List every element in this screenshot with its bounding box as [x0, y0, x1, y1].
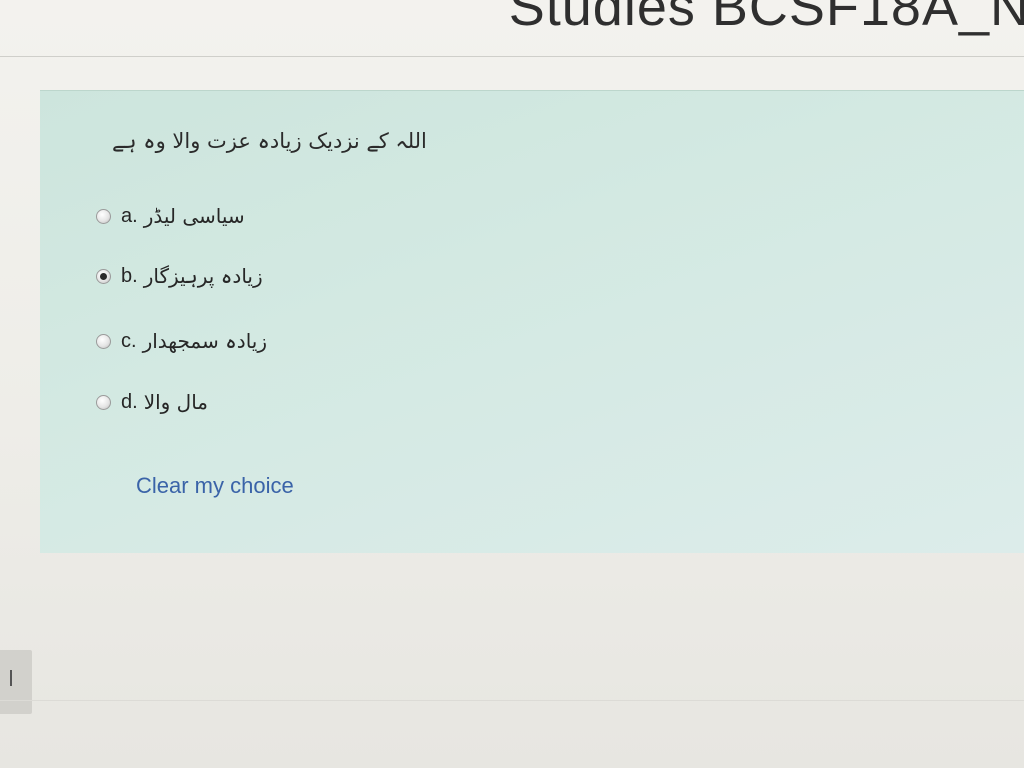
footer-divider	[0, 700, 1024, 701]
quiz-page: Studies BCSF18A_N اللہ کے نزدیک زیادہ عز…	[0, 0, 1024, 768]
question-text: اللہ کے نزدیک زیادہ عزت والا وہ ہے	[112, 129, 427, 153]
radio-button-c[interactable]	[96, 333, 111, 349]
option-label-b: b. زیادہ پرہیزگار	[121, 264, 263, 288]
answer-option-c[interactable]: c. زیادہ سمجھدار	[96, 326, 267, 356]
option-letter-b: b.	[121, 264, 138, 287]
radio-button-a[interactable]	[96, 208, 111, 224]
option-text-a: سیاسی لیڈر	[143, 204, 245, 228]
answer-option-a[interactable]: a. سیاسی لیڈر	[96, 201, 245, 231]
page-header: Studies BCSF18A_N	[0, 0, 1024, 50]
question-panel: اللہ کے نزدیک زیادہ عزت والا وہ ہے a. سی…	[40, 90, 1024, 553]
radio-button-d[interactable]	[96, 394, 111, 410]
option-letter-c: c.	[121, 329, 137, 352]
option-text-c: زیادہ سمجھدار	[142, 329, 268, 353]
header-divider	[0, 56, 1024, 57]
clear-choice-link[interactable]: Clear my choice	[136, 473, 294, 499]
option-label-a: a. سیاسی لیڈر	[121, 204, 245, 228]
option-letter-a: a.	[121, 204, 138, 227]
option-text-d: مال والا	[143, 390, 209, 414]
answer-option-b[interactable]: b. زیادہ پرہیزگار	[96, 261, 263, 291]
drawer-toggle-button[interactable]	[0, 650, 32, 714]
option-letter-d: d.	[121, 390, 138, 413]
option-label-c: c. زیادہ سمجھدار	[121, 329, 267, 353]
answer-option-d[interactable]: d. مال والا	[96, 387, 208, 417]
radio-button-b[interactable]	[96, 268, 111, 284]
option-text-b: زیادہ پرہیزگار	[143, 264, 263, 288]
drawer-handle-icon	[2, 670, 12, 686]
course-title: Studies BCSF18A_N	[508, 0, 1024, 37]
option-label-d: d. مال والا	[121, 390, 208, 414]
